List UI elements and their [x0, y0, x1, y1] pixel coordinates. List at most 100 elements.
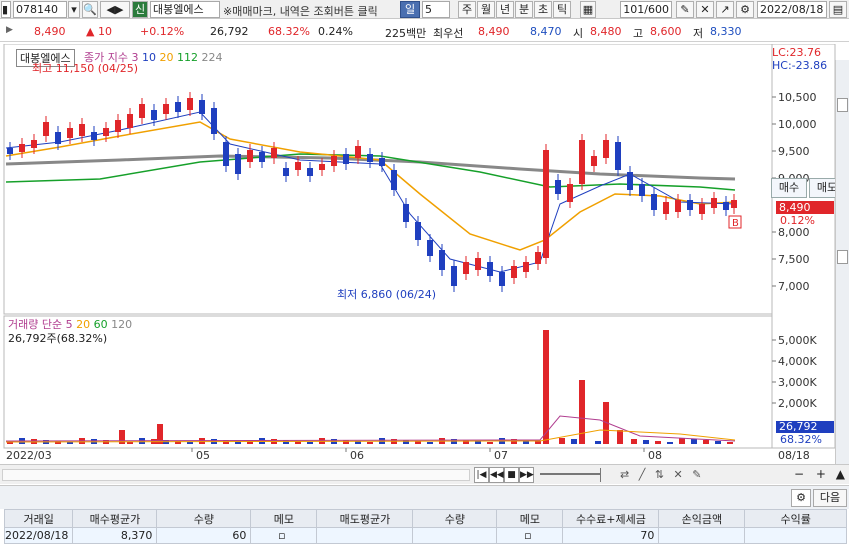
price-tick-label: 9,500 — [778, 145, 810, 158]
layout-icon[interactable]: ▮ — [1, 1, 11, 18]
price-tag: 8,490 — [776, 201, 834, 214]
candle-body — [699, 204, 705, 214]
trade-table-toolbar: ⚙ 다음 — [0, 485, 849, 509]
zoom-slider-thumb[interactable] — [600, 468, 601, 482]
settings-gear-icon[interactable]: ⚙ — [791, 489, 811, 507]
x-axis-label: 08/18 — [778, 449, 810, 462]
volume-bar — [655, 441, 661, 444]
candle-body — [687, 200, 693, 210]
prev-icon[interactable]: ◀◀ — [489, 467, 504, 483]
volume-bar — [487, 442, 493, 444]
zoom-in-icon[interactable]: + — [816, 467, 826, 481]
next-button[interactable]: 다음 — [813, 489, 847, 507]
volume-bar — [667, 442, 673, 444]
chart-area[interactable]: 10,50010,0009,5009,0008,0007,5007,0005,0… — [0, 44, 849, 474]
notice-text: ※매매마크, 내역은 조회버튼 클릭 — [223, 5, 378, 18]
sell-memo-icon[interactable]: ▫ — [496, 527, 564, 544]
volume-bar — [247, 442, 253, 444]
volume-bar — [631, 439, 637, 444]
col-return: 수익률 — [744, 509, 847, 528]
candle-body — [711, 198, 717, 208]
memo-icon[interactable]: ▫ — [250, 527, 318, 544]
crosshair-icon[interactable]: ✕ — [696, 1, 714, 18]
ask-price: 8,490 — [478, 25, 510, 38]
gear-icon[interactable]: ⚙ — [736, 1, 754, 18]
tool2-icon[interactable]: ↗ — [716, 1, 734, 18]
stock-code-input[interactable]: 078140 — [13, 1, 67, 18]
period-count-select[interactable]: 5 — [422, 1, 450, 18]
candle-body — [591, 156, 597, 166]
price-change-tag: 0.12% — [780, 214, 815, 227]
candle-body — [723, 202, 729, 210]
cell-buy-qty: 60 — [156, 527, 252, 544]
zoom-slider-track[interactable] — [540, 473, 600, 475]
right-scroll-strip[interactable] — [835, 60, 849, 465]
stock-chart[interactable]: 10,50010,0009,5009,0008,0007,5007,0005,0… — [0, 44, 849, 464]
candle-body — [55, 132, 61, 144]
zoom-out-icon[interactable]: − — [794, 467, 804, 481]
cell-buy-avg: 8,370 — [72, 527, 158, 544]
volume-pct-tag: 68.32% — [780, 433, 822, 446]
date-input[interactable]: 2022/08/18 — [757, 1, 827, 18]
period-day-button[interactable]: 일 — [400, 1, 420, 18]
price-tick-label: 10,500 — [778, 91, 817, 104]
cell-pnl — [658, 527, 746, 544]
candle-body — [271, 148, 277, 158]
ruler-icon[interactable]: ▦ — [580, 1, 596, 18]
candle-body — [651, 194, 657, 210]
table-row[interactable]: 2022/08/18 8,370 60 ▫ ▫ 70 — [3, 527, 847, 544]
calendar-icon[interactable]: ▤ — [829, 1, 847, 18]
tool-icon[interactable]: ✎ — [676, 1, 694, 18]
best-quote-label: 최우선 — [433, 27, 464, 40]
scroll-handle-top[interactable] — [837, 98, 848, 112]
volume-bar — [571, 439, 577, 444]
period-week-button[interactable]: 주 — [458, 1, 476, 18]
buy-button[interactable]: 매수 — [771, 178, 807, 198]
period-second-button[interactable]: 초 — [534, 1, 552, 18]
quote-expand-icon[interactable]: ▶ — [6, 25, 13, 35]
lc-value: LC:23.76 — [772, 46, 822, 59]
period-year-button[interactable]: 년 — [496, 1, 514, 18]
x-axis-label: 07 — [494, 449, 508, 462]
time-scroll-track[interactable] — [2, 469, 470, 481]
candle-body — [367, 154, 373, 162]
price-tick-label: 10,000 — [778, 118, 817, 131]
candle-body — [211, 108, 217, 134]
ma-10: 10 — [141, 51, 156, 64]
volume: 26,792 — [210, 25, 249, 38]
period-minute-button[interactable]: 분 — [515, 1, 533, 18]
candle-body — [223, 142, 229, 166]
stop-icon[interactable]: ■ — [504, 467, 519, 483]
turnover-percent: 0.24% — [318, 25, 353, 38]
candle-body — [543, 150, 549, 258]
period-tick-button[interactable]: 틱 — [553, 1, 571, 18]
chart-scroll-bar: |◀ ◀◀ ■ ▶▶ ⇄ ╱ ⇅ ✕ ✎ − + ▲ — [0, 464, 849, 484]
low-price: 8,330 — [710, 25, 742, 38]
search-icon[interactable]: 🔍 — [82, 1, 98, 18]
candle-body — [295, 162, 301, 170]
ma-224: 224 — [201, 51, 223, 64]
high-label: 고 — [633, 27, 644, 40]
drawing-tools[interactable]: ⇄ ╱ ⇅ ✕ ✎ — [620, 468, 704, 481]
trade-amount: 225백만 — [385, 27, 427, 40]
zoom-controls[interactable]: − + ▲ — [794, 467, 845, 481]
zoom-toggle-icon[interactable]: ▲ — [836, 467, 845, 481]
stock-name-field[interactable]: 대봉엘에스 — [150, 1, 220, 18]
code-dropdown-icon[interactable]: ▾ — [68, 1, 80, 18]
candle-body — [663, 202, 669, 214]
candle-body — [603, 140, 609, 158]
first-page-icon[interactable]: |◀ — [474, 467, 489, 483]
candle-body — [463, 262, 469, 274]
period-month-button[interactable]: 월 — [477, 1, 495, 18]
scroll-handle-mid[interactable] — [837, 250, 848, 264]
low-label: 저 — [693, 27, 704, 40]
prev-next-icon[interactable]: ◀▶ — [100, 1, 130, 18]
current-price: 8,490 — [34, 25, 66, 38]
next-icon[interactable]: ▶▶ — [519, 467, 534, 483]
candle-body — [487, 262, 493, 276]
candle-body — [163, 104, 169, 114]
candle-body — [639, 184, 645, 196]
candle-body — [343, 154, 349, 164]
cell-fee-tax: 70 — [562, 527, 660, 544]
bid-price: 8,470 — [530, 25, 562, 38]
